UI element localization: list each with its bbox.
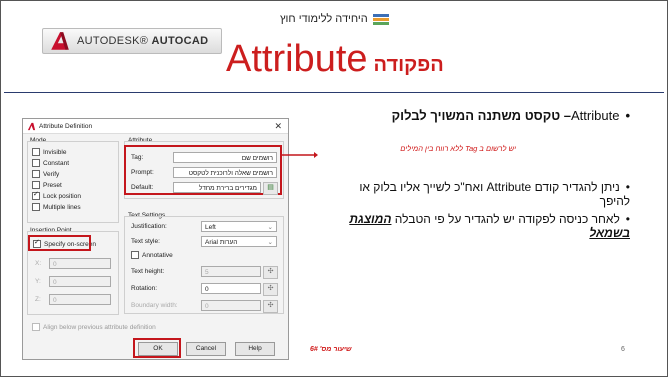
bullet-dot: • [625,212,630,226]
checkbox-box [32,203,40,211]
cancel-button[interactable]: Cancel [186,342,226,356]
bullet-after-text: לאחר כניסה לפקודה יש להגדיר על פי הטבלה [394,212,620,226]
checkbox-label: Lock position [43,192,81,200]
insert-field-icon[interactable]: ▤ [263,182,278,195]
checkbox-box [131,251,139,259]
rotation-field[interactable]: 0 [201,283,261,294]
autocad-text: AUTOCAD [151,35,209,47]
align-below-checkbox[interactable]: Align below previous attribute definitio… [32,323,156,331]
dialog-titlebar: Attribute Definition ✕ [23,119,288,134]
checkbox-box [32,323,40,331]
x-field[interactable]: 0 [49,258,111,269]
prompt-field[interactable]: רושמים שאלה ולרוכנית לטקסט [173,167,277,178]
title-english: Attribute [226,38,368,80]
pick-point-icon[interactable]: ✣ [263,300,278,313]
checkbox-label: Annotative [142,251,173,259]
tag-field[interactable]: רושמים שם [173,152,277,163]
checkbox-label: Preset [43,181,62,189]
lesson-number: שיעור מס' 6# [310,346,352,353]
text-height-label: Text height: [131,268,165,275]
autocad-a-icon [51,32,69,50]
multiple-lines-checkbox[interactable]: Multiple lines [32,203,81,211]
pick-point-icon[interactable]: ✣ [263,283,278,296]
checkbox-label: Constant [43,159,70,167]
bullet-define-text: ניתן להגדיר קודם Attribute ואח"כ לשייך א… [359,180,630,208]
books-icon [372,14,389,25]
bullet-after-entering: • לאחר כניסה לפקודה יש להגדיר על פי הטבלה… [340,212,630,240]
autocad-logo: AUTODESK® AUTOCAD [42,28,222,54]
pick-point-icon[interactable]: ✣ [263,266,278,279]
z-field[interactable]: 0 [49,294,111,305]
justification-value: Left [205,224,216,231]
text-style-label: Text style: [131,238,160,245]
z-label: Z: [35,296,41,303]
extension-unit-logo: היחידה ללימודי חוץ [280,12,390,26]
tag-label: Tag: [131,154,144,161]
checkbox-box [32,170,40,178]
checkbox-box [32,181,40,189]
bullet-attribute-en: Attribute [571,108,620,123]
checkbox-box [32,190,40,200]
page-number: 6 [621,346,625,353]
tag-note: יש לרשום ב Tag ללא רווח בין המילים [400,144,516,153]
chevron-down-icon: ⌄ [267,239,273,246]
checkbox-label: Verify [43,170,60,178]
dialog-title: Attribute Definition [39,122,93,130]
checkbox-box [32,148,40,156]
justification-label: Justification: [131,223,167,230]
specify-onscreen-highlight [28,235,91,251]
rotation-label: Rotation: [131,285,158,292]
boundary-width-field[interactable]: 0 [201,300,261,311]
annotative-checkbox[interactable]: Annotative [131,251,173,259]
slide-title: Attribute הפקודה [226,38,444,81]
default-field[interactable]: מגדירים ברירת מחדל [173,182,261,193]
bullet-define-first: •ניתן להגדיר קודם Attribute ואח"כ לשייך … [340,180,630,208]
close-icon[interactable]: ✕ [274,121,282,132]
bullet-dot: • [625,180,630,194]
checkbox-label: Align below previous attribute definitio… [43,323,156,331]
title-hebrew: הפקודה [373,54,444,76]
bullet-attribute-he: – טקסט משתנה המשויך לבלוק [391,108,572,123]
default-label: Default: [131,184,154,191]
autodesk-text: AUTODESK [77,35,140,47]
invisible-checkbox[interactable]: Invisible [32,148,66,156]
checkbox-box [32,159,40,167]
constant-checkbox[interactable]: Constant [32,159,69,167]
lock-position-checkbox[interactable]: Lock position [32,190,81,200]
checkbox-label: Invisible [43,148,67,156]
bullet-dot: • [625,108,630,123]
chevron-down-icon: ⌄ [267,224,273,231]
bullet-attribute: • Attribute– טקסט משתנה המשויך לבלוק [330,108,630,123]
checkbox-label: Multiple lines [43,203,81,211]
slide-header: AUTODESK® AUTOCAD היחידה ללימודי חוץ Att… [4,4,664,93]
ok-button-highlight [133,338,181,358]
verify-checkbox[interactable]: Verify [32,170,59,178]
preset-checkbox[interactable]: Preset [32,181,62,189]
justification-select[interactable]: Left ⌄ [201,221,277,232]
x-label: X: [35,260,42,267]
attribute-definition-dialog: Attribute Definition ✕ Mode Invisible Co… [22,118,289,360]
extension-unit-text: היחידה ללימודי חוץ [280,13,368,25]
boundary-width-label: Boundary width: [131,302,178,309]
autocad-a-icon [27,122,36,130]
help-button[interactable]: Help [235,342,275,356]
y-field[interactable]: 0 [49,276,111,287]
text-height-field[interactable]: 5 [201,266,261,277]
text-style-value: Arial הערות [205,239,238,246]
y-label: Y: [35,278,41,285]
text-style-select[interactable]: Arial הערות ⌄ [201,236,277,247]
prompt-label: Prompt: [131,169,154,176]
